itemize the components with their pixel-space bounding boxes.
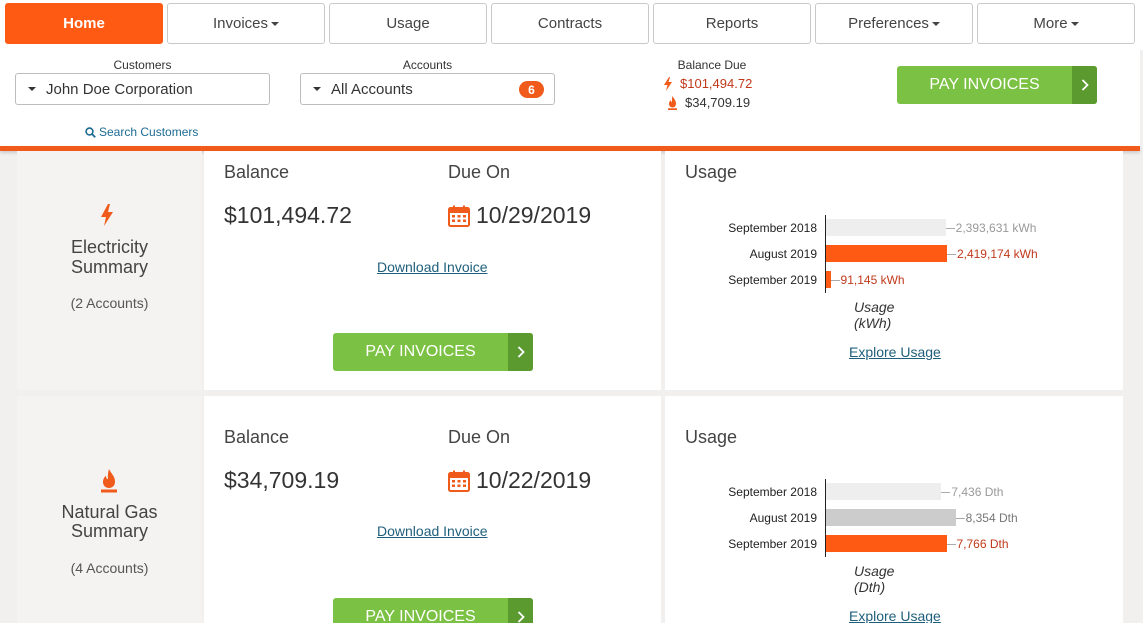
- account-header: Customers John Doe Corporation Search Cu…: [0, 50, 1140, 146]
- chevron-down-icon: [931, 21, 940, 26]
- calendar-icon: [448, 470, 470, 492]
- section-title-sub: Summary: [70, 521, 148, 541]
- balance-amount: $101,494.72: [224, 202, 352, 228]
- chart-bar: [826, 509, 956, 526]
- customer-select-value: John Doe Corporation: [46, 80, 193, 98]
- due-on-label: Due On: [448, 427, 511, 447]
- lightning-icon: [664, 76, 672, 91]
- accounts-select[interactable]: All Accounts 6: [300, 73, 555, 105]
- chevron-down-icon: [271, 21, 280, 26]
- calendar-icon: [448, 205, 470, 227]
- flame-icon: [100, 469, 118, 498]
- chart-category-label: August 2019: [749, 247, 817, 261]
- chart-value-label: 8,354 Dth: [965, 511, 1018, 525]
- chart-leader-line: [941, 491, 951, 493]
- explore-usage-link[interactable]: Explore Usage: [849, 608, 941, 623]
- chart-bar: [826, 535, 947, 552]
- search-customers-link[interactable]: Search Customers: [85, 125, 198, 139]
- chevron-right-icon: [508, 333, 533, 371]
- chevron-right-icon: [508, 598, 533, 623]
- chevron-right-icon: [1072, 66, 1097, 104]
- chart-category-label: September 2019: [728, 537, 817, 551]
- tab-home[interactable]: Home: [5, 3, 163, 44]
- download-invoice-link[interactable]: Download Invoice: [377, 259, 488, 275]
- section-title: Natural Gas: [61, 502, 158, 522]
- tab-usage[interactable]: Usage: [329, 3, 487, 44]
- customer-select[interactable]: John Doe Corporation: [15, 73, 270, 105]
- electricity-summary-card: Electricity Summary (2 Accounts): [17, 151, 202, 390]
- chevron-down-icon: [28, 87, 36, 91]
- customers-label: Customers: [113, 58, 172, 72]
- due-date: 10/29/2019: [448, 202, 591, 229]
- chart-leader-line: [946, 253, 956, 255]
- chart-category-label: September 2019: [728, 273, 817, 287]
- electricity-balance-card: Balance $101,494.72 Due On 10/29/2019 Do…: [204, 151, 661, 390]
- balance-gas-line: $34,709.19: [667, 95, 750, 110]
- balance-due-label: Balance Due: [677, 58, 747, 72]
- tab-reports[interactable]: Reports: [653, 3, 811, 44]
- pay-invoices-button[interactable]: PAY INVOICES: [333, 333, 533, 371]
- explore-usage-link[interactable]: Explore Usage: [849, 344, 941, 360]
- section-title-sub: Summary: [70, 257, 148, 277]
- chart-value-label: 7,436 Dth: [951, 485, 1004, 499]
- tab-invoices[interactable]: Invoices: [167, 3, 325, 44]
- chart-x-axis-label: Usage (Dth): [854, 563, 895, 595]
- search-icon: [85, 126, 96, 138]
- pay-invoices-button[interactable]: PAY INVOICES: [333, 598, 533, 623]
- lightning-icon: [100, 204, 114, 231]
- balance-label: Balance: [224, 427, 290, 447]
- chart-value-label: 7,766 Dth: [956, 537, 1009, 551]
- accounts-count-badge: 6: [519, 81, 544, 98]
- balance-electric-line: $101,494.72: [663, 76, 752, 91]
- chevron-down-icon: [313, 87, 321, 91]
- accounts-label: Accounts: [402, 58, 453, 72]
- chart-value-label: 2,419,174 kWh: [956, 247, 1038, 261]
- tab-preferences[interactable]: Preferences: [815, 3, 973, 44]
- usage-title: Usage: [685, 427, 738, 447]
- tab-more[interactable]: More: [977, 3, 1135, 44]
- section-title: Electricity: [70, 237, 148, 257]
- flame-icon: [668, 95, 677, 110]
- natural-gas-balance-card: Balance $34,709.19 Due On 10/22/2019 Dow…: [204, 396, 661, 623]
- electricity-usage-card: Usage September 2018 2,393,631 kWh August …: [665, 151, 1123, 390]
- natural-gas-usage-card: Usage September 2018 7,436 Dth August 2019…: [665, 396, 1123, 623]
- main-nav: Home Invoices Usage Contracts Reports Pr…: [0, 0, 1143, 50]
- section-account-count: (2 Accounts): [70, 295, 149, 311]
- chart-category-label: September 2018: [728, 485, 817, 499]
- chart-category-label: August 2019: [749, 511, 817, 525]
- chart-leader-line: [945, 227, 955, 229]
- accounts-select-value: All Accounts: [331, 80, 413, 98]
- chevron-down-icon: [1070, 21, 1079, 26]
- tab-contracts[interactable]: Contracts: [491, 3, 649, 44]
- chart-category-label: September 2018: [728, 221, 817, 235]
- chart-leader-line: [830, 279, 840, 281]
- usage-title: Usage: [685, 162, 738, 182]
- chart-bar: [826, 219, 946, 236]
- header-pay-invoices-button[interactable]: PAY INVOICES: [897, 66, 1097, 104]
- chart-leader-line: [955, 517, 965, 519]
- chart-leader-line: [946, 543, 956, 545]
- chart-bar: [826, 483, 942, 500]
- chart-x-axis-label: Usage (kWh): [854, 299, 895, 331]
- chart-value-label: 2,393,631 kWh: [955, 221, 1037, 235]
- due-on-label: Due On: [448, 162, 511, 182]
- download-invoice-link[interactable]: Download Invoice: [377, 523, 488, 539]
- chart-bar: [826, 245, 947, 262]
- natural-gas-summary-card: Natural Gas Summary (4 Accounts): [17, 396, 202, 623]
- chart-value-label: 91,145 kWh: [840, 273, 905, 287]
- balance-amount: $34,709.19: [224, 467, 340, 493]
- due-date: 10/22/2019: [448, 467, 591, 494]
- balance-label: Balance: [224, 162, 290, 182]
- section-account-count: (4 Accounts): [70, 560, 149, 576]
